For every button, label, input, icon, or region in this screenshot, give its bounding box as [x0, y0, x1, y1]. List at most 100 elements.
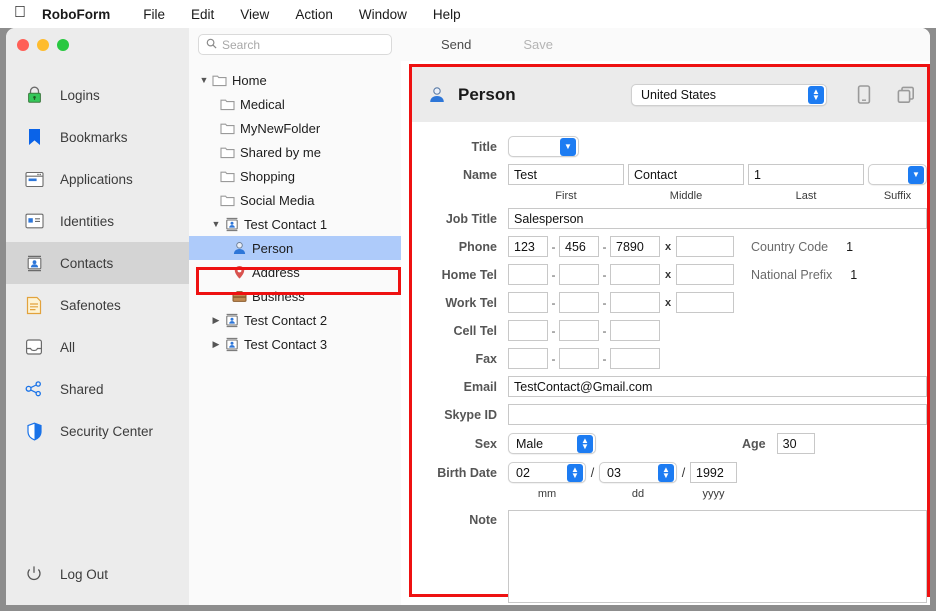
chevron-down-icon[interactable]: ▼ [197, 75, 211, 85]
sidebar-item-label: Bookmarks [60, 130, 128, 145]
chevron-right-icon[interactable]: ▶ [209, 315, 223, 326]
home-tel-ext-input[interactable] [676, 264, 734, 285]
email-input[interactable]: TestContact@Gmail.com [508, 376, 927, 397]
tree-node-shopping[interactable]: Shopping [189, 164, 401, 188]
sidebar-item-contacts[interactable]: Contacts [6, 242, 189, 284]
job-title-input[interactable]: Salesperson [508, 208, 927, 229]
home-tel-area-input[interactable] [508, 264, 548, 285]
sidebar-item-security-center[interactable]: Security Center [6, 410, 189, 452]
maximize-button[interactable] [57, 39, 69, 51]
national-prefix-value: 1 [850, 268, 857, 282]
menu-item-roboform[interactable]: RoboForm [42, 7, 130, 22]
birth-year-input[interactable]: 1992 [690, 462, 737, 483]
tree-node-medical[interactable]: Medical [189, 92, 401, 116]
work-tel-ext-input[interactable] [676, 292, 734, 313]
work-tel-prefix-input[interactable] [559, 292, 599, 313]
birth-day-select[interactable]: 03 ▲▼ [599, 462, 677, 483]
sidebar-item-label: Safenotes [60, 298, 121, 313]
person-icon [231, 241, 248, 255]
note-textarea[interactable] [508, 510, 927, 603]
tree-node-person[interactable]: Person [189, 236, 401, 260]
chevron-up-down-icon[interactable]: ▲▼ [577, 435, 593, 453]
phone-area-input[interactable]: 123 [508, 236, 548, 257]
last-name-input[interactable]: 1 [748, 164, 864, 185]
chevron-down-icon[interactable]: ▼ [209, 219, 223, 229]
tree-node-test-contact-3[interactable]: ▶ Test Contact 3 [189, 332, 401, 356]
sidebar-item-safenotes[interactable]: Safenotes [6, 284, 189, 326]
label-skype-id: Skype ID [412, 408, 508, 422]
home-tel-prefix-input[interactable] [559, 264, 599, 285]
menu-item-action[interactable]: Action [282, 7, 346, 22]
minimize-button[interactable] [37, 39, 49, 51]
work-tel-line-input[interactable] [610, 292, 660, 313]
mobile-device-icon[interactable] [853, 85, 875, 104]
tree-node-home[interactable]: ▼ Home [189, 68, 401, 92]
menu-item-view[interactable]: View [227, 7, 282, 22]
tree-node-test-contact-2[interactable]: ▶ Test Contact 2 [189, 308, 401, 332]
label-national-prefix: National Prefix [751, 268, 832, 282]
country-select[interactable]: United States ▲▼ [631, 84, 827, 106]
sublabel-mm: mm [508, 488, 586, 500]
fax-line-input[interactable] [610, 348, 660, 369]
shield-icon [24, 421, 44, 441]
sidebar-item-applications[interactable]: Applications [6, 158, 189, 200]
first-name-input[interactable]: Test [508, 164, 624, 185]
birth-day-value: 03 [607, 466, 658, 480]
label-sex: Sex [412, 437, 508, 451]
home-tel-line-input[interactable] [610, 264, 660, 285]
apple-logo-icon[interactable]:  [14, 5, 26, 21]
sex-select[interactable]: Male ▲▼ [508, 433, 596, 454]
sidebar-item-identities[interactable]: Identities [6, 200, 189, 242]
cell-tel-area-input[interactable] [508, 320, 548, 341]
chevron-up-down-icon[interactable]: ▲▼ [808, 86, 824, 104]
phone-dash-1: - [548, 240, 559, 254]
phone-line-input[interactable]: 7890 [610, 236, 660, 257]
logout-button[interactable]: Log Out [6, 553, 189, 595]
menu-item-window[interactable]: Window [346, 7, 420, 22]
birth-month-select[interactable]: 02 ▲▼ [508, 462, 586, 483]
sidebar-item-label: Logins [60, 88, 100, 103]
search-input[interactable]: Search [198, 34, 392, 55]
fax-prefix-input[interactable] [559, 348, 599, 369]
save-button[interactable]: Save [523, 37, 553, 52]
chevron-up-down-icon[interactable]: ▲▼ [658, 464, 674, 482]
sidebar-item-all[interactable]: All [6, 326, 189, 368]
phone-ext-input[interactable] [676, 236, 734, 257]
tree-node-shared-by-me[interactable]: Shared by me [189, 140, 401, 164]
middle-name-input[interactable]: Contact [628, 164, 744, 185]
skype-id-input[interactable] [508, 404, 927, 425]
sidebar-item-logins[interactable]: Logins [6, 74, 189, 116]
phone-prefix-input[interactable]: 456 [559, 236, 599, 257]
fax-area-input[interactable] [508, 348, 548, 369]
home-tel-dash-2: - [599, 268, 610, 282]
sidebar-item-label: Identities [60, 214, 114, 229]
fax-dash-2: - [599, 352, 610, 366]
chevron-down-icon[interactable]: ▼ [908, 166, 924, 184]
tree-node-test-contact-1[interactable]: ▼ Test Contact 1 [189, 212, 401, 236]
suffix-select[interactable]: ▼ [868, 164, 927, 185]
cell-tel-line-input[interactable] [610, 320, 660, 341]
close-button[interactable] [17, 39, 29, 51]
copy-icon[interactable] [895, 86, 917, 104]
send-button[interactable]: Send [441, 37, 471, 52]
main-pane: Send Save Person United States [401, 28, 930, 605]
tree-node-mynewfolder[interactable]: MyNewFolder [189, 116, 401, 140]
title-select[interactable]: ▼ [508, 136, 579, 157]
sidebar-item-label: Applications [60, 172, 133, 187]
menu-item-edit[interactable]: Edit [178, 7, 227, 22]
chevron-up-down-icon[interactable]: ▲▼ [567, 464, 583, 482]
chevron-right-icon[interactable]: ▶ [209, 339, 223, 350]
sidebar-item-label: Contacts [60, 256, 113, 271]
work-tel-area-input[interactable] [508, 292, 548, 313]
folder-icon [219, 122, 236, 135]
cell-tel-prefix-input[interactable] [559, 320, 599, 341]
sublabel-middle: Middle [628, 190, 744, 202]
sidebar-item-shared[interactable]: Shared [6, 368, 189, 410]
age-input[interactable]: 30 [777, 433, 815, 454]
contact-card-icon [24, 253, 44, 273]
tree-node-social-media[interactable]: Social Media [189, 188, 401, 212]
menu-item-help[interactable]: Help [420, 7, 474, 22]
menu-item-file[interactable]: File [130, 7, 178, 22]
chevron-down-icon[interactable]: ▼ [560, 138, 576, 156]
sidebar-item-bookmarks[interactable]: Bookmarks [6, 116, 189, 158]
